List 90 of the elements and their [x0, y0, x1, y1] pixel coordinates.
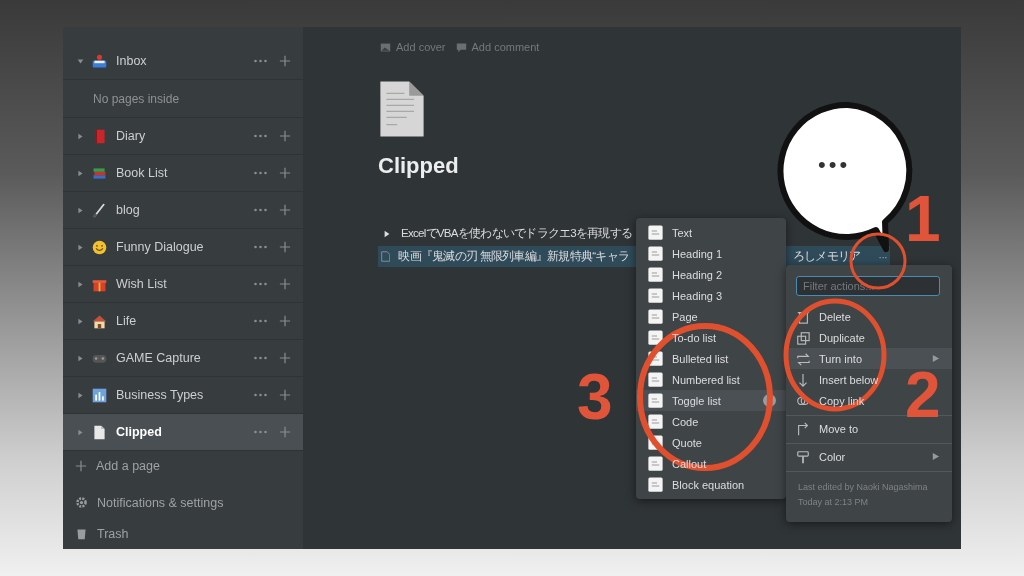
more-icon[interactable] — [253, 430, 268, 434]
menu-item[interactable]: Duplicate — [786, 327, 952, 348]
brush-icon — [91, 201, 108, 219]
more-icon[interactable] — [253, 208, 268, 212]
add-icon[interactable] — [279, 241, 291, 253]
more-button[interactable]: ··· — [878, 250, 887, 263]
caret-icon — [77, 132, 84, 140]
add-icon[interactable] — [279, 426, 291, 438]
add-page-link[interactable]: Add a page — [96, 459, 160, 473]
menu-item[interactable]: To-do list — [636, 327, 786, 348]
block-type-icon — [648, 372, 663, 387]
more-icon[interactable] — [253, 282, 268, 286]
add-icon[interactable] — [279, 55, 291, 67]
copy-icon — [796, 330, 810, 345]
step-number: 1 — [905, 187, 941, 251]
chart-icon — [91, 386, 108, 404]
block-type-icon — [648, 288, 663, 303]
caret-icon — [77, 317, 84, 325]
add-icon[interactable] — [279, 315, 291, 327]
swap-icon — [796, 351, 810, 366]
caret-icon — [77, 428, 84, 436]
caret-icon — [77, 280, 84, 288]
more-icon[interactable] — [253, 59, 268, 63]
add-icon[interactable] — [279, 352, 291, 364]
sidebar-item[interactable]: Clipped — [63, 414, 303, 451]
block-type-icon — [648, 309, 663, 324]
document-icon — [378, 79, 426, 139]
menu-item[interactable]: Text — [636, 222, 786, 243]
block-text[interactable]: ExcelでVBAを使わないでドラクエ3を再現する — [401, 226, 633, 241]
caret-icon — [77, 57, 84, 65]
menu-item[interactable]: Turn into — [786, 348, 952, 369]
menu-item[interactable]: Quote — [636, 432, 786, 453]
menu-item[interactable]: Block equation — [636, 474, 786, 495]
document-icon — [381, 250, 391, 263]
block-text[interactable]: 映画『鬼滅の刃 無限列車編』新規特典“キャラ — [398, 249, 630, 264]
paint-roller-icon — [796, 449, 810, 464]
caret-icon — [77, 243, 84, 251]
sidebar-link[interactable]: Trash — [97, 526, 129, 541]
more-icon[interactable] — [253, 319, 268, 323]
more-icon[interactable] — [253, 134, 268, 138]
add-icon[interactable] — [279, 167, 291, 179]
menu-item[interactable]: Heading 3 — [636, 285, 786, 306]
caret-icon[interactable] — [383, 229, 391, 238]
caret-icon — [77, 354, 84, 362]
add-icon[interactable] — [279, 389, 291, 401]
image-icon — [380, 41, 391, 53]
block-type-icon — [648, 393, 663, 408]
document-icon — [91, 423, 108, 441]
block-type-icon — [648, 225, 663, 240]
submenu-arrow-icon — [931, 452, 940, 461]
settings-icon — [75, 496, 88, 509]
menu-item[interactable]: Delete — [786, 306, 952, 327]
menu-item[interactable]: Bulleted list — [636, 348, 786, 369]
menu-item[interactable]: Heading 1 — [636, 243, 786, 264]
block-type-icon — [648, 330, 663, 345]
block-type-icon — [648, 267, 663, 282]
add-icon — [75, 460, 87, 472]
edit-info: Last edited by Naoki Nagashima — [798, 481, 929, 494]
block-type-icon — [648, 456, 663, 471]
caret-icon — [77, 206, 84, 214]
trash-icon — [75, 527, 88, 540]
sidebar-link[interactable]: Notifications & settings — [97, 495, 224, 510]
trash-icon — [796, 309, 810, 324]
comment-icon — [455, 41, 467, 53]
menu-item[interactable]: Page — [636, 306, 786, 327]
submenu-arrow-icon — [931, 354, 940, 363]
callout-text: ••• — [818, 152, 851, 178]
menu-item[interactable]: Color — [786, 446, 952, 467]
add-icon[interactable] — [279, 278, 291, 290]
inbox-tray-icon — [91, 52, 108, 70]
step-number: 3 — [577, 365, 613, 429]
menu-item[interactable]: Heading 2 — [636, 264, 786, 285]
caret-icon — [77, 391, 84, 399]
menu-item[interactable]: Numbered list — [636, 369, 786, 390]
smiley-icon — [91, 238, 108, 256]
edit-info: Today at 2:13 PM — [798, 496, 870, 509]
block-type-icon — [648, 246, 663, 261]
more-icon[interactable] — [253, 356, 268, 360]
more-icon[interactable] — [253, 393, 268, 397]
more-icon[interactable] — [253, 245, 268, 249]
menu-item[interactable]: Code — [636, 411, 786, 432]
add-icon[interactable] — [279, 204, 291, 216]
down-arrow-icon — [796, 372, 810, 387]
turn-arrow-icon — [796, 421, 810, 436]
more-icon[interactable] — [253, 171, 268, 175]
block-type-icon — [648, 414, 663, 429]
block-type-icon — [648, 477, 663, 492]
add-icon[interactable] — [279, 130, 291, 142]
page-title: Clipped — [378, 153, 459, 179]
caret-icon — [77, 169, 84, 177]
